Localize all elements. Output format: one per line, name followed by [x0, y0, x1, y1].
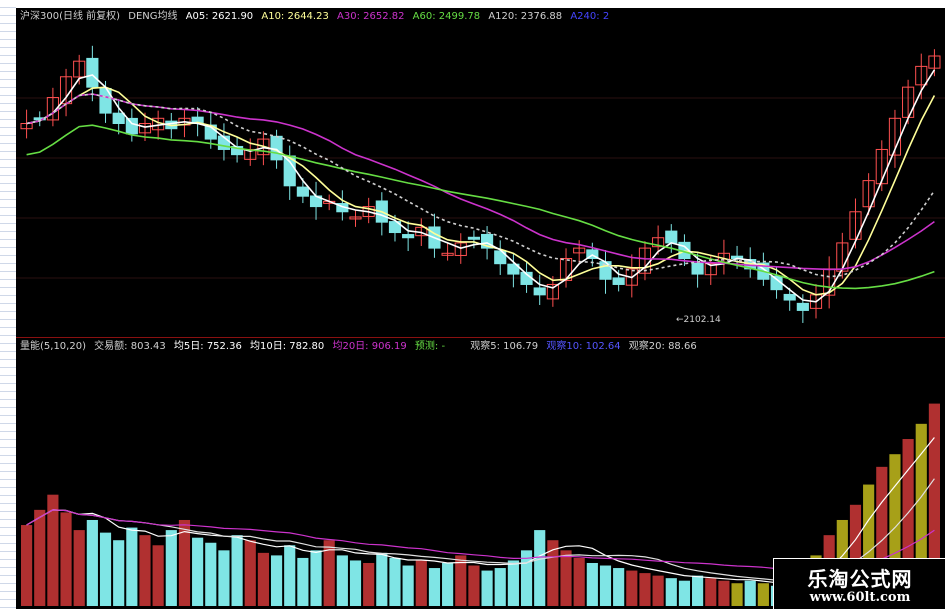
volume-bar	[192, 537, 204, 606]
volume-bar	[718, 580, 730, 606]
volume-bar	[389, 557, 401, 606]
a10-value: A10: 2644.23	[261, 11, 329, 22]
volume-value: 交易额: 803.43	[94, 341, 166, 352]
volume-bar	[402, 565, 414, 606]
volume-bar	[692, 575, 704, 606]
top-white-strip	[16, 0, 536, 8]
index-name: 沪深300(日线 前复权)	[20, 11, 121, 22]
left-grid-strip	[0, 0, 16, 609]
a30-value: A30: 2652.82	[337, 11, 405, 22]
candle-body	[783, 293, 796, 301]
volume-bar	[165, 530, 177, 606]
obs10-value: 观察10: 102.64	[546, 341, 621, 352]
ma5-value: 均5日: 752.36	[173, 341, 242, 352]
volume-bar	[757, 583, 769, 606]
a120-value: A120: 2376.88	[488, 11, 563, 22]
panel-divider	[16, 337, 945, 338]
candle-body	[612, 277, 625, 285]
a05-line	[26, 69, 936, 303]
volume-bar	[613, 568, 625, 606]
volume-bar	[113, 540, 125, 606]
volume-bar	[534, 530, 546, 606]
volume-bar	[336, 555, 348, 606]
volume-bar	[573, 557, 585, 606]
obs20-value: 观察20: 88.66	[628, 341, 697, 352]
a05-value: A05: 2621.90	[185, 11, 254, 22]
volume-bar	[507, 560, 519, 606]
volume-bar	[284, 545, 296, 606]
a60-value: A60: 2499.78	[412, 11, 481, 22]
volume-bar	[297, 557, 309, 606]
volume-bar	[205, 542, 217, 606]
candle-body	[665, 230, 678, 244]
volume-bar	[349, 560, 362, 606]
volume-bar	[218, 550, 230, 606]
volume-bar	[126, 527, 138, 606]
volume-bar	[468, 565, 480, 606]
volume-bar	[678, 580, 691, 606]
candle-body	[533, 287, 546, 296]
volume-bar	[310, 550, 322, 606]
volume-bar	[152, 545, 164, 606]
volume-bar	[586, 562, 598, 606]
indicator-name: DENG均线	[128, 11, 178, 22]
volume-bar	[21, 525, 33, 606]
volume-bar	[705, 578, 717, 606]
volume-bar	[652, 575, 664, 606]
watermark-url: www.60lt.com	[809, 590, 911, 605]
volume-bar	[415, 560, 427, 606]
volume-bar	[442, 562, 454, 606]
volume-bar	[47, 494, 59, 606]
volume-bar	[244, 540, 256, 606]
candle-body	[402, 234, 415, 239]
volume-bar	[494, 568, 506, 606]
candle-body	[296, 186, 309, 197]
watermark-title: 乐淘公式网	[807, 567, 913, 591]
volume-bar	[270, 555, 283, 606]
volume-bar	[560, 550, 572, 606]
candle-body	[796, 302, 809, 311]
volume-bar	[599, 565, 612, 606]
ma10-value: 均10日: 782.80	[250, 341, 325, 352]
candle-body	[270, 135, 283, 161]
candle-body	[125, 117, 138, 135]
volume-bar	[60, 512, 72, 606]
price-header: 沪深300(日线 前复权) DENG均线 A05: 2621.90 A10: 2…	[20, 11, 614, 23]
volume-bar	[34, 509, 46, 606]
a120-line	[26, 93, 936, 278]
volume-bar	[744, 580, 756, 606]
candle-body	[112, 112, 125, 125]
volume-bar	[99, 532, 112, 606]
forecast-value: 预测: -	[414, 341, 446, 352]
volume-bar	[86, 519, 98, 606]
ma20-value: 均20日: 906.19	[332, 341, 407, 352]
volume-bar	[139, 535, 151, 606]
volume-bar	[73, 530, 85, 606]
volume-indicator-name: 量能(5,10,20)	[20, 341, 86, 352]
low-price-label: ←2102.14	[676, 315, 721, 325]
volume-bar	[376, 552, 388, 606]
volume-bar	[731, 583, 743, 606]
obs5-value: 观察5: 106.79	[470, 341, 539, 352]
volume-bar	[626, 570, 638, 606]
volume-bar	[481, 570, 493, 606]
a240-value: A240: 2	[570, 11, 610, 22]
candle-body	[86, 57, 99, 88]
candle-body	[467, 236, 481, 240]
volume-bar	[257, 552, 269, 606]
volume-bar	[639, 573, 651, 606]
volume-bar	[665, 578, 677, 606]
candle-body	[691, 262, 704, 275]
chart-panel: 沪深300(日线 前复权) DENG均线 A05: 2621.90 A10: 2…	[16, 8, 945, 609]
volume-bar	[428, 568, 441, 606]
volume-bar	[231, 535, 243, 606]
kline-chart	[16, 45, 945, 606]
volume-bar	[363, 562, 375, 606]
volume-header: 量能(5,10,20) 交易额: 803.43 均5日: 752.36 均10日…	[20, 341, 702, 353]
watermark: 乐淘公式网 www.60lt.com	[773, 558, 945, 609]
